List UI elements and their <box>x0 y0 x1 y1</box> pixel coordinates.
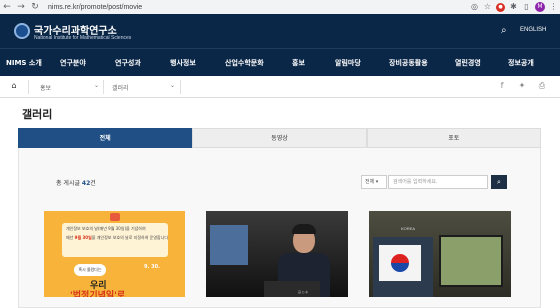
page-title: 갤러리 <box>22 108 53 121</box>
chevron-down-icon[interactable]: ⌄ <box>94 82 99 89</box>
tab-all[interactable]: 전체 <box>18 128 193 148</box>
nav-item-disclosure[interactable]: 정보공개 <box>508 58 534 68</box>
tab-photo[interactable]: 포토 <box>366 128 541 148</box>
nav-item-notice[interactable]: 알림마당 <box>335 58 361 68</box>
extension-icon[interactable]: ● <box>496 2 505 12</box>
print-icon[interactable]: ⎙ <box>536 81 548 91</box>
podium <box>264 281 320 297</box>
breadcrumb-level1[interactable]: 홍보 <box>40 83 51 92</box>
twitter-icon[interactable]: ✦ <box>516 81 528 90</box>
profile-avatar[interactable]: M <box>535 2 545 12</box>
nav-item-equipment[interactable]: 장비공동활용 <box>389 58 428 68</box>
search-filter-select[interactable]: 전체 ▾ <box>361 175 387 189</box>
logo-subtitle: National Institute for Mathematical Scie… <box>34 35 132 41</box>
post-count: 총 게시글 42건 <box>56 178 96 187</box>
thumb-text: 매년 9월 30일을 개인정보 보호의 날로 지정하여 운영합니다 <box>66 235 169 240</box>
divider <box>28 80 29 94</box>
sidebar-icon[interactable]: ▯ <box>520 0 533 14</box>
divider <box>103 80 104 94</box>
speech-bubble: 혹시 몰랐다는 <box>74 264 106 276</box>
wall-text: KOREA <box>401 226 416 231</box>
puzzle-icon[interactable]: ✱ <box>507 0 520 14</box>
eye-off-icon[interactable]: ◎ <box>468 0 481 14</box>
thumb-headline: '법정기념일'로 <box>70 291 126 297</box>
lock-icon <box>110 213 120 221</box>
filter-value: 전체 <box>365 179 375 185</box>
chevron-down-icon[interactable]: ⌄ <box>170 82 175 89</box>
english-link[interactable]: ENGLISH <box>520 27 546 33</box>
slide-screen <box>210 225 248 265</box>
facebook-icon[interactable]: f <box>496 81 508 90</box>
gallery-item[interactable]: KOREA <box>369 211 511 297</box>
search-input[interactable]: 검색어를 입력하세요. <box>388 175 488 189</box>
breadcrumb: ⌂ 홍보 ⌄ 갤러리 ⌄ f ✦ ⎙ <box>0 76 560 98</box>
address-bar[interactable]: nims.re.kr/promote/post/movie <box>48 4 468 11</box>
count-suffix: 건 <box>90 180 96 187</box>
nav-item-results[interactable]: 연구성과 <box>115 58 141 68</box>
count-prefix: 총 게시글 <box>56 180 80 187</box>
back-icon[interactable]: ← <box>0 0 14 14</box>
presentation-screen <box>439 235 503 287</box>
nims-logo-icon[interactable] <box>14 23 30 39</box>
nav-item-promotion[interactable]: 홍보 <box>292 58 305 68</box>
tab-video[interactable]: 동영상 <box>192 128 367 148</box>
menu-icon[interactable]: ⋮ <box>547 0 560 14</box>
search-icon: ⌕ <box>497 178 501 186</box>
search-button[interactable]: ⌕ <box>491 175 507 189</box>
taeguk-icon <box>391 254 409 272</box>
speaker-hair <box>292 224 316 234</box>
site-header: 국가수리과학연구소 National Institute for Mathema… <box>0 14 560 48</box>
gallery-item[interactable]: 개인정보 보호의 날(매년 9월 30일)을 기념하여 매년 9월 30일을 개… <box>44 211 185 297</box>
nav-item-research[interactable]: 연구분야 <box>60 58 86 68</box>
nav-item-events[interactable]: 행사정보 <box>170 58 196 68</box>
gallery-item[interactable]: 김 ○ 수 <box>206 211 348 297</box>
reload-icon[interactable]: ↻ <box>28 0 42 14</box>
nav-item-industry[interactable]: 산업수학문화 <box>225 58 264 68</box>
star-icon[interactable]: ☆ <box>481 0 494 14</box>
speaker-caption: 김 ○ 수 <box>298 290 309 294</box>
forward-icon[interactable]: → <box>14 0 28 14</box>
thumb-date: 9. 30. <box>144 264 160 270</box>
thumb-text: 개인정보 보호의 날(매년 9월 30일)을 기념하여 <box>66 226 146 231</box>
home-icon[interactable]: ⌂ <box>8 81 20 93</box>
nav-item-about[interactable]: NIMS 소개 <box>6 58 42 68</box>
tab-bar: 전체 동영상 포토 <box>18 128 541 148</box>
main-navigation: NIMS 소개 연구분야 연구성과 행사정보 산업수학문화 홍보 알림마당 장비… <box>0 48 560 76</box>
search-icon[interactable]: ⌕ <box>501 25 513 37</box>
breadcrumb-level2[interactable]: 갤러리 <box>112 83 129 92</box>
nav-item-management[interactable]: 열린경영 <box>455 58 481 68</box>
divider <box>180 80 181 94</box>
browser-toolbar: ← → ↻ nims.re.kr/promote/post/movie ◎ ☆ … <box>0 0 560 14</box>
